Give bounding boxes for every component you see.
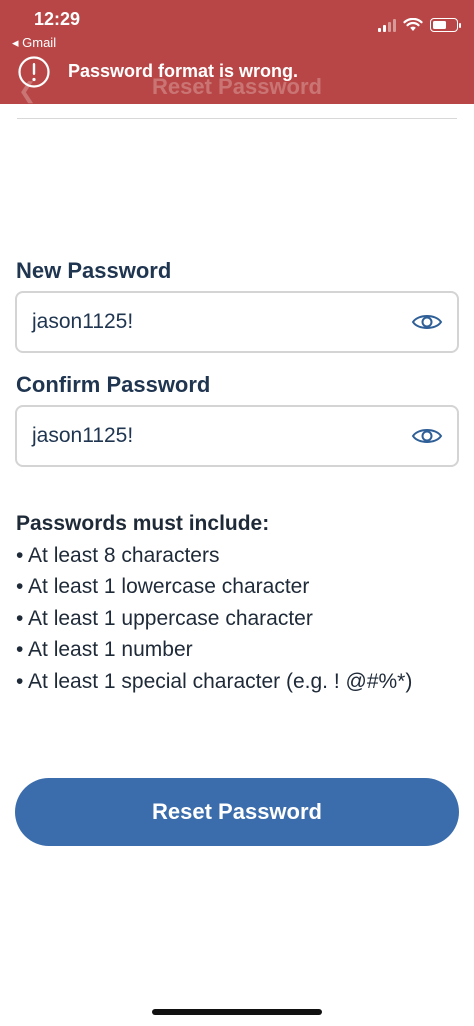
- confirm-password-label: Confirm Password: [16, 372, 211, 397]
- reset-password-button[interactable]: Reset Password: [15, 778, 459, 846]
- eye-icon[interactable]: [411, 425, 443, 447]
- confirm-password-field[interactable]: jason1125!: [15, 405, 459, 467]
- requirement-item: • At least 8 characters: [16, 543, 220, 567]
- battery-icon: [430, 18, 461, 32]
- wifi-icon: [403, 18, 423, 31]
- header-divider: [17, 118, 457, 119]
- battery-level: [433, 21, 447, 29]
- requirement-item: • At least 1 special character (e.g. ! @…: [16, 669, 413, 693]
- requirements-title: Passwords must include:: [16, 512, 270, 535]
- status-time: 12:29: [34, 9, 81, 29]
- cellular-signal-icon: [378, 18, 396, 32]
- requirement-item: • At least 1 uppercase character: [16, 606, 313, 630]
- error-banner: ❮ Reset Password 12:29 ◂ Gmail Password …: [0, 0, 474, 104]
- new-password-value: jason1125!: [32, 310, 134, 333]
- requirement-item: • At least 1 lowercase character: [16, 575, 310, 598]
- new-password-label: New Password: [16, 258, 172, 283]
- eye-icon[interactable]: [411, 311, 443, 333]
- back-to-app-link[interactable]: ◂ Gmail: [12, 35, 56, 51]
- new-password-field[interactable]: jason1125!: [15, 291, 459, 353]
- status-icons: [378, 18, 461, 32]
- confirm-password-value: jason1125!: [32, 424, 134, 447]
- requirement-item: • At least 1 number: [16, 638, 193, 661]
- error-message: Password format is wrong.: [68, 61, 299, 81]
- home-indicator[interactable]: [152, 1009, 322, 1015]
- alert-circle-icon: [18, 56, 50, 88]
- password-requirements: Passwords must include: • At least 8 cha…: [16, 508, 456, 697]
